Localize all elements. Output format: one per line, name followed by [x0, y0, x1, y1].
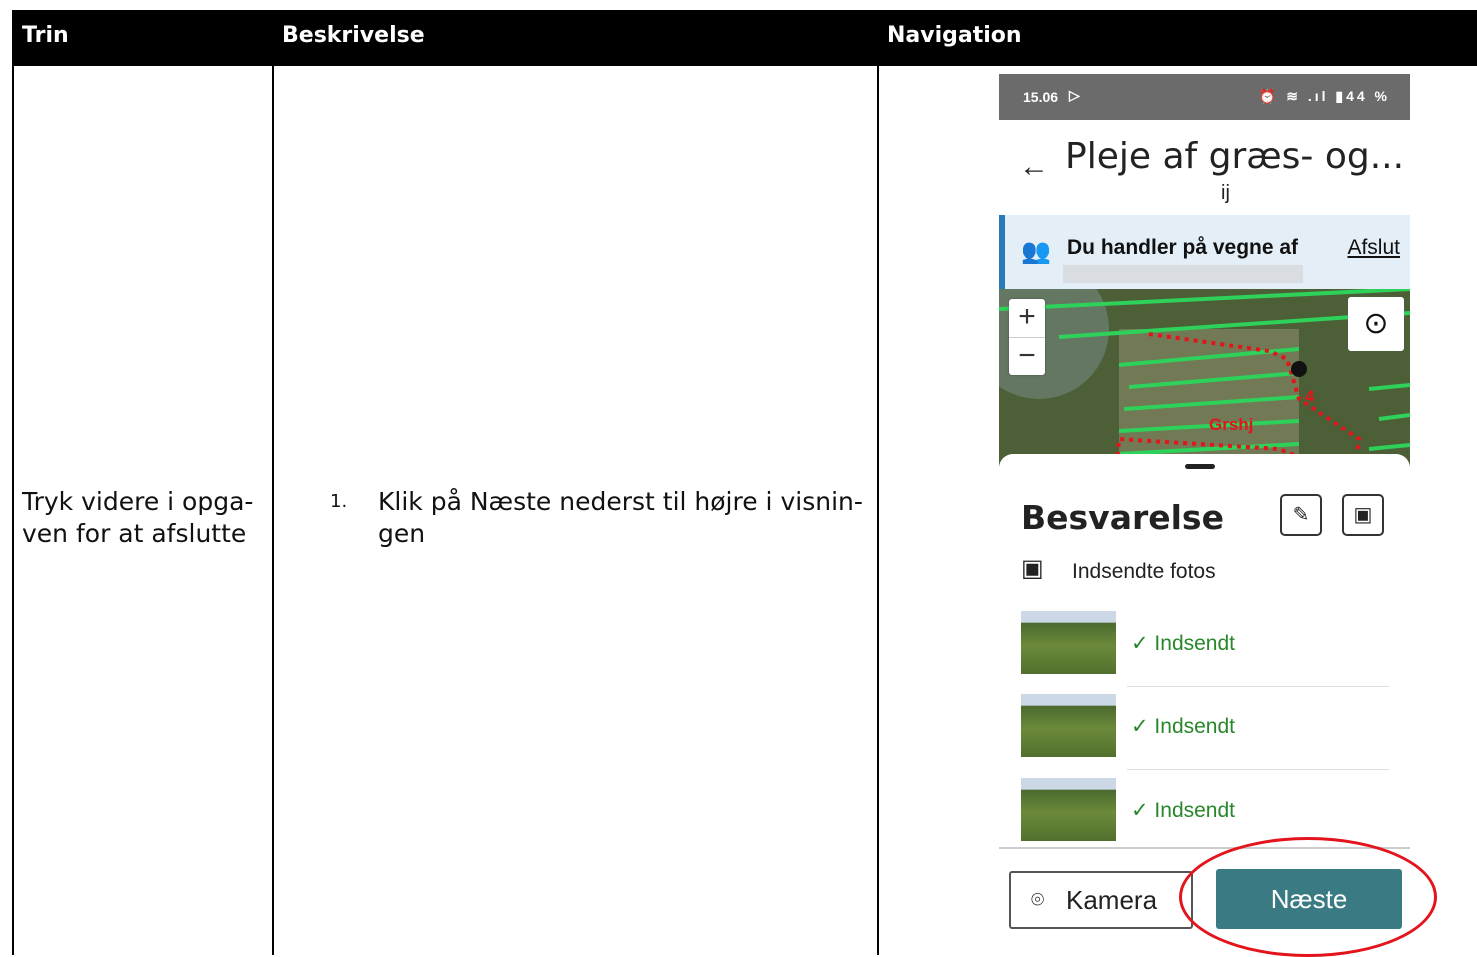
status-bar: 15.06 ▷ ⏰ ≋ .ıl ▮44 %	[999, 74, 1410, 120]
camera-button[interactable]: ⌾ Kamera	[1009, 871, 1193, 929]
photo-thumbnail	[1021, 611, 1116, 674]
page-title: Pleje af græs- og...	[1065, 136, 1405, 177]
status-icons: ⏰ ≋ .ıl ▮44 %	[1258, 88, 1390, 104]
list-item[interactable]: ✓ Indsendt	[1021, 611, 1391, 687]
table-divider-1	[272, 66, 274, 955]
header-navigation: Navigation	[887, 23, 1022, 48]
step-cell: Tryk videre i opga- ven for at afslutte	[22, 486, 253, 550]
phone-screenshot: 15.06 ▷ ⏰ ≋ .ıl ▮44 % ← Pleje af græs- o…	[999, 74, 1410, 955]
description-cell: Klik på Næste nederst til højre i visnin…	[378, 486, 863, 550]
locate-icon[interactable]: ⊙	[1348, 297, 1404, 351]
app-titlebar: ← Pleje af græs- og... ij	[999, 120, 1410, 212]
status-submitted: ✓ Indsendt	[1131, 799, 1235, 822]
banner-end-link[interactable]: Afslut	[1347, 236, 1400, 260]
banner-label: Du handler på vegne af	[1067, 236, 1299, 259]
photos-label: Indsendte fotos	[1072, 560, 1216, 583]
list-number: 1.	[330, 491, 348, 512]
highlight-circle	[1179, 837, 1437, 957]
photo-thumbnail	[1021, 694, 1116, 757]
zoom-out-button[interactable]: −	[1009, 337, 1045, 376]
zoom-control: + −	[1009, 299, 1045, 375]
description-line-1: Klik på Næste nederst til højre i visnin…	[378, 487, 863, 516]
status-submitted: ✓ Indsendt	[1131, 715, 1235, 738]
play-icon: ▷	[1069, 87, 1080, 103]
redacted-name	[1063, 265, 1303, 283]
photo-thumbnail	[1021, 778, 1116, 841]
status-time: 15.06	[1023, 89, 1059, 105]
zoom-in-button[interactable]: +	[1009, 299, 1045, 337]
step-line-1: Tryk videre i opga-	[22, 487, 254, 516]
divider	[1127, 769, 1389, 770]
camera-icon: ⌾	[1031, 887, 1045, 912]
back-arrow-icon[interactable]: ←	[1019, 150, 1049, 184]
table-border-left	[12, 66, 14, 955]
camera-label: Kamera	[1066, 885, 1158, 915]
step-line-2: ven for at afslutte	[22, 519, 247, 548]
sheet-drag-handle[interactable]	[1185, 464, 1215, 469]
divider	[1127, 686, 1389, 687]
map-field-label: Grshj	[1209, 415, 1254, 434]
page-subtitle: ij	[1221, 182, 1230, 204]
list-item[interactable]: ✓ Indsendt	[1021, 694, 1391, 770]
gallery-icon[interactable]: ▣	[1342, 494, 1384, 536]
sheet-title: Besvarelse	[1021, 498, 1224, 537]
description-line-2: gen	[378, 519, 426, 548]
map-number-label: 4	[1305, 387, 1315, 406]
header-beskrivelse: Beskrivelse	[282, 23, 425, 48]
people-icon: 👥	[1021, 238, 1051, 265]
photo-gallery-icon: ▣	[1021, 555, 1044, 582]
delegation-banner: 👥 Du handler på vegne af Afslut	[999, 215, 1410, 289]
edit-icon[interactable]: ✎	[1280, 494, 1322, 536]
header-trin: Trin	[22, 23, 69, 48]
status-submitted: ✓ Indsendt	[1131, 632, 1235, 655]
table-divider-2	[877, 66, 879, 955]
table-header: Trin Beskrivelse Navigation	[12, 10, 1477, 66]
